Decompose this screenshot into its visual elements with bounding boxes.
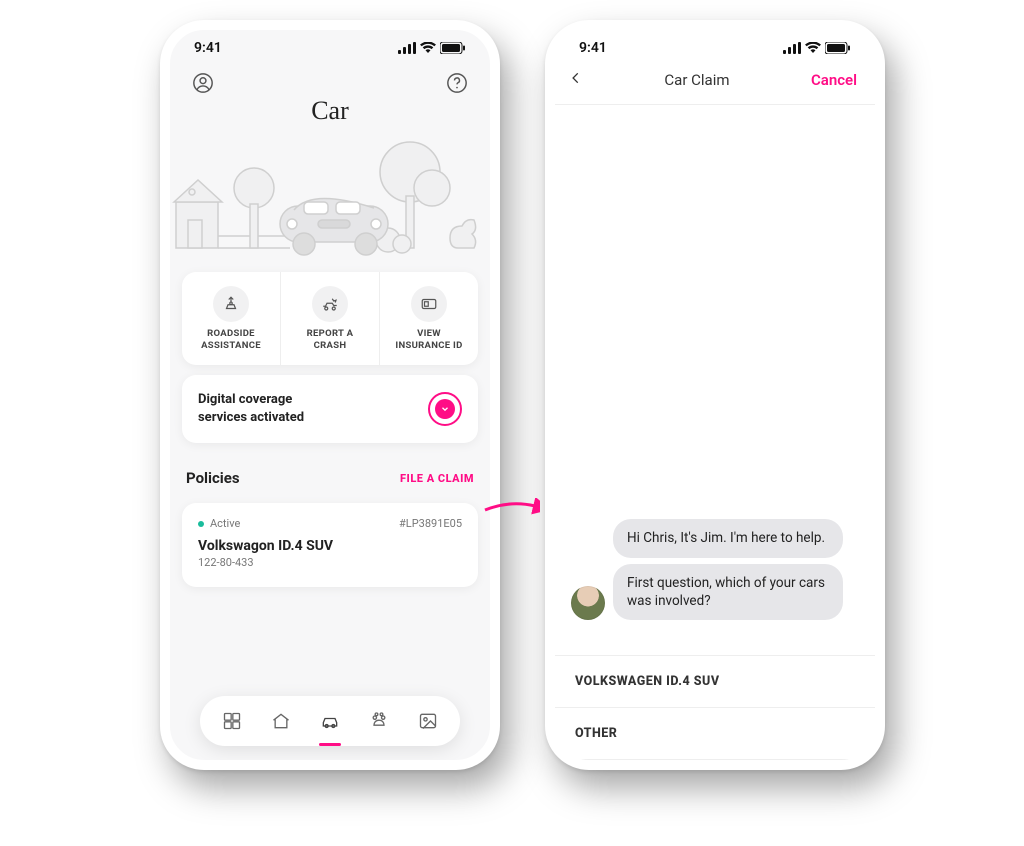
id-card-icon — [411, 286, 447, 322]
policy-status-text: Active — [210, 517, 240, 530]
cancel-button[interactable]: Cancel — [811, 71, 857, 89]
tab-pet[interactable] — [362, 704, 396, 738]
action-view-insurance-id[interactable]: VIEWINSURANCE ID — [380, 272, 478, 365]
action-label-l1: ROADSIDE — [207, 328, 255, 339]
crash-icon — [312, 286, 348, 322]
policy-card[interactable]: Active #LP3891E05 Volkswagon ID.4 SUV 12… — [182, 503, 478, 587]
file-a-claim-link[interactable]: FILE A CLAIM — [400, 472, 474, 485]
page-title: Car — [170, 96, 490, 126]
action-label-l2: INSURANCE ID — [395, 340, 462, 351]
policy-number: #LP3891E05 — [399, 517, 462, 530]
chat-bubble: Hi Chris, It's Jim. I'm here to help. — [613, 519, 843, 557]
coverage-card[interactable]: Digital coverage services activated — [182, 375, 478, 443]
signal-icon — [783, 42, 801, 54]
wifi-icon — [805, 42, 821, 54]
status-dot-icon — [198, 521, 204, 527]
policy-sub: 122-80-433 — [198, 556, 462, 569]
status-bar: 9:41 — [170, 30, 490, 56]
wifi-icon — [420, 42, 436, 54]
policy-name: Volkswagon ID.4 SUV — [198, 538, 462, 554]
coverage-line1: Digital coverage — [198, 392, 292, 407]
status-icons — [398, 42, 466, 54]
action-label-l2: CRASH — [314, 340, 347, 351]
phone-car-claim-chat: 9:41 Car Claim Cancel — [545, 20, 885, 770]
tab-home[interactable] — [264, 704, 298, 738]
chat-bubble: First question, which of your cars was i… — [613, 564, 843, 620]
policy-status: Active — [198, 517, 240, 530]
tow-icon — [213, 286, 249, 322]
signal-icon — [398, 42, 416, 54]
policies-heading: Policies — [186, 469, 240, 487]
action-report-crash[interactable]: REPORT ACRASH — [281, 272, 380, 365]
status-time: 9:41 — [194, 40, 222, 56]
tab-gallery[interactable] — [411, 704, 445, 738]
action-label-l2: ASSISTANCE — [201, 340, 261, 351]
back-button[interactable] — [569, 68, 583, 92]
help-icon[interactable] — [442, 68, 472, 98]
phone-car-overview: 9:41 Car — [160, 20, 500, 770]
status-bar: 9:41 — [555, 30, 875, 56]
action-roadside-assistance[interactable]: ROADSIDEASSISTANCE — [182, 272, 281, 365]
option-list: VOLKSWAGEN ID.4 SUV OTHER — [555, 655, 875, 760]
tab-bar — [200, 696, 460, 746]
battery-icon — [825, 42, 851, 54]
policies-header: Policies FILE A CLAIM — [170, 453, 490, 493]
coverage-text: Digital coverage services activated — [198, 391, 304, 427]
coverage-line2: services activated — [198, 410, 304, 425]
battery-icon — [440, 42, 466, 54]
agent-avatar — [571, 586, 605, 620]
coverage-badge — [428, 392, 462, 426]
quick-actions-card: ROADSIDEASSISTANCE REPORT ACRASH VIEWINS… — [182, 272, 478, 365]
action-label-l1: VIEW — [417, 328, 441, 339]
tab-car[interactable] — [313, 704, 347, 738]
option-other[interactable]: OTHER — [555, 707, 875, 760]
hero-illustration — [170, 132, 490, 262]
status-time: 9:41 — [579, 40, 607, 56]
status-icons — [783, 42, 851, 54]
chat-title: Car Claim — [664, 71, 729, 89]
chat-header: Car Claim Cancel — [555, 56, 875, 105]
action-label-l1: REPORT A — [307, 328, 354, 339]
chat-area: Hi Chris, It's Jim. I'm here to help. Fi… — [555, 519, 875, 620]
profile-icon[interactable] — [188, 68, 218, 98]
chevron-down-icon — [435, 399, 455, 419]
option-vehicle[interactable]: VOLKSWAGEN ID.4 SUV — [555, 655, 875, 707]
tab-dashboard[interactable] — [215, 704, 249, 738]
